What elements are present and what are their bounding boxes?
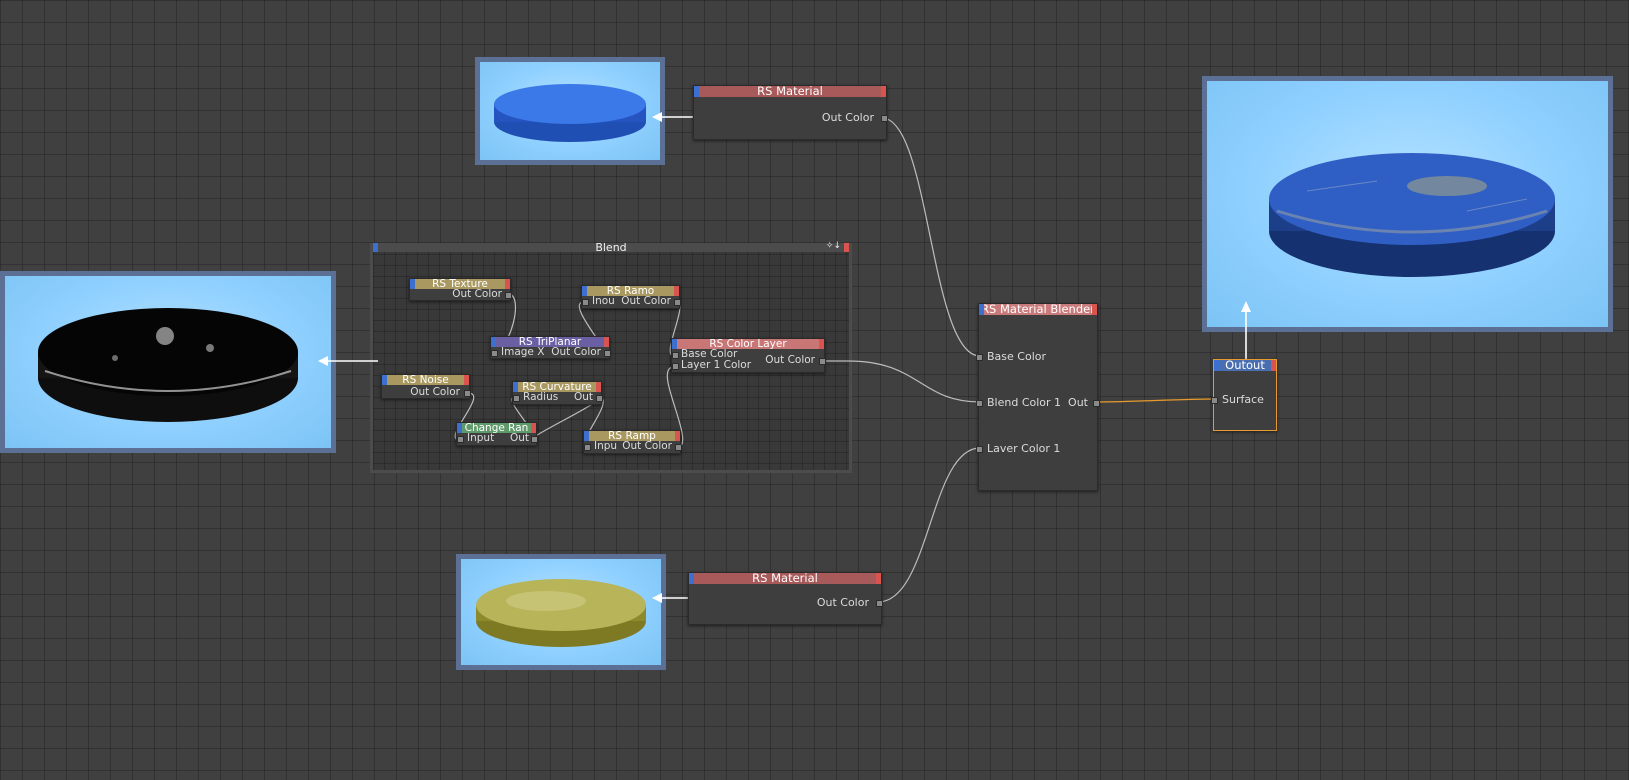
port-socket-layer-color-1[interactable] [976, 446, 983, 453]
node-title[interactable]: RS Material Blender [979, 304, 1097, 315]
preview-blend-mask [0, 271, 336, 453]
port-input: Input [467, 432, 495, 444]
port-socket-out[interactable] [674, 299, 681, 306]
port-radius: Radius [523, 391, 559, 403]
port-socket-radius[interactable] [513, 395, 520, 402]
port-blend-color-1: Blend Color 1 [987, 396, 1062, 409]
node-rs-curvature[interactable]: RS Curvature Radius Out [512, 381, 603, 405]
wire-bottom-material-to-layer-color [877, 447, 981, 603]
group-controls[interactable]: ✧↓ [826, 241, 841, 251]
preview-output-render [1202, 76, 1613, 332]
node-title[interactable]: Outout [1214, 360, 1276, 371]
port-socket-out[interactable] [881, 115, 888, 122]
port-out-color: Out Color [765, 354, 815, 366]
port-out: Out [573, 391, 593, 403]
port-out: Out [1068, 396, 1088, 409]
port-surface: Surface [1222, 393, 1264, 406]
port-socket-blend-color-1[interactable] [976, 400, 983, 407]
port-out-color: Out Color [410, 386, 460, 398]
port-socket-out[interactable] [531, 436, 538, 443]
preview-bottom-gold-material [456, 554, 666, 670]
node-output[interactable]: Outout Surface [1211, 359, 1277, 431]
port-socket-layer-1-color[interactable] [672, 363, 679, 370]
port-socket-out[interactable] [505, 292, 512, 299]
port-layer-1-color: Layer 1 Color [681, 359, 752, 371]
port-out-color: Out Color [452, 288, 502, 300]
port-input: Inou [592, 295, 615, 307]
node-rs-material-top[interactable]: RS Material Out Color [693, 85, 888, 140]
port-out-color: Out Color [622, 440, 672, 452]
node-rs-material-bottom[interactable]: RS Material Out Color [688, 572, 883, 625]
port-out-color: Out Color [621, 295, 671, 307]
node-rs-ramp-2[interactable]: RS Ramp Inpu Out Color [583, 430, 682, 454]
port-socket-surface[interactable] [1211, 397, 1218, 404]
preview-top-blue-material [475, 57, 665, 165]
node-title[interactable]: RS Material [694, 86, 886, 97]
port-base-color: Base Color [987, 350, 1047, 363]
port-socket-out[interactable] [604, 350, 611, 357]
port-socket-input[interactable] [457, 436, 464, 443]
node-rs-ramp-1[interactable]: RS Ramo Inou Out Color [581, 285, 681, 309]
port-out: Out [509, 432, 529, 444]
port-input: Inpu [594, 440, 618, 452]
port-socket-input[interactable] [584, 444, 591, 451]
node-rs-color-layer[interactable]: RS Color Layer Base Color Layer 1 Color … [671, 338, 826, 373]
port-socket-out[interactable] [819, 358, 826, 365]
node-title[interactable]: RS Material [689, 573, 881, 584]
port-socket-base-color[interactable] [672, 352, 679, 359]
node-change-range[interactable]: Change Ran Input Out [456, 422, 538, 446]
port-out-color: Out Color [816, 596, 869, 609]
wire-top-material-to-base-color [881, 117, 981, 357]
node-rs-triplanar[interactable]: RS TriPlanar Image X Out Color [490, 336, 611, 359]
node-title[interactable]: RS Noise [382, 375, 469, 385]
node-rs-texture[interactable]: RS Texture Out Color [409, 278, 512, 301]
port-socket-image-x[interactable] [491, 350, 498, 357]
group-title[interactable]: Blend [373, 242, 849, 253]
port-layer-color-1: Laver Color 1 [987, 442, 1061, 455]
port-out-color: Out Color [821, 111, 874, 124]
port-socket-out[interactable] [876, 600, 883, 607]
port-image-x: Image X [501, 346, 545, 358]
port-socket-input[interactable] [582, 299, 589, 306]
port-socket-out[interactable] [1093, 400, 1100, 407]
port-socket-out[interactable] [675, 444, 682, 451]
wire-blender-to-output [1093, 398, 1216, 403]
port-socket-base-color[interactable] [976, 354, 983, 361]
node-rs-noise[interactable]: RS Noise Out Color [381, 374, 471, 399]
node-rs-material-blender[interactable]: RS Material Blender Base Color Blend Col… [976, 303, 1100, 491]
port-out-color: Out Color [551, 346, 601, 358]
wire-blend-group-to-blend-color [847, 360, 981, 403]
port-socket-out[interactable] [464, 390, 471, 397]
port-socket-out[interactable] [596, 395, 603, 402]
